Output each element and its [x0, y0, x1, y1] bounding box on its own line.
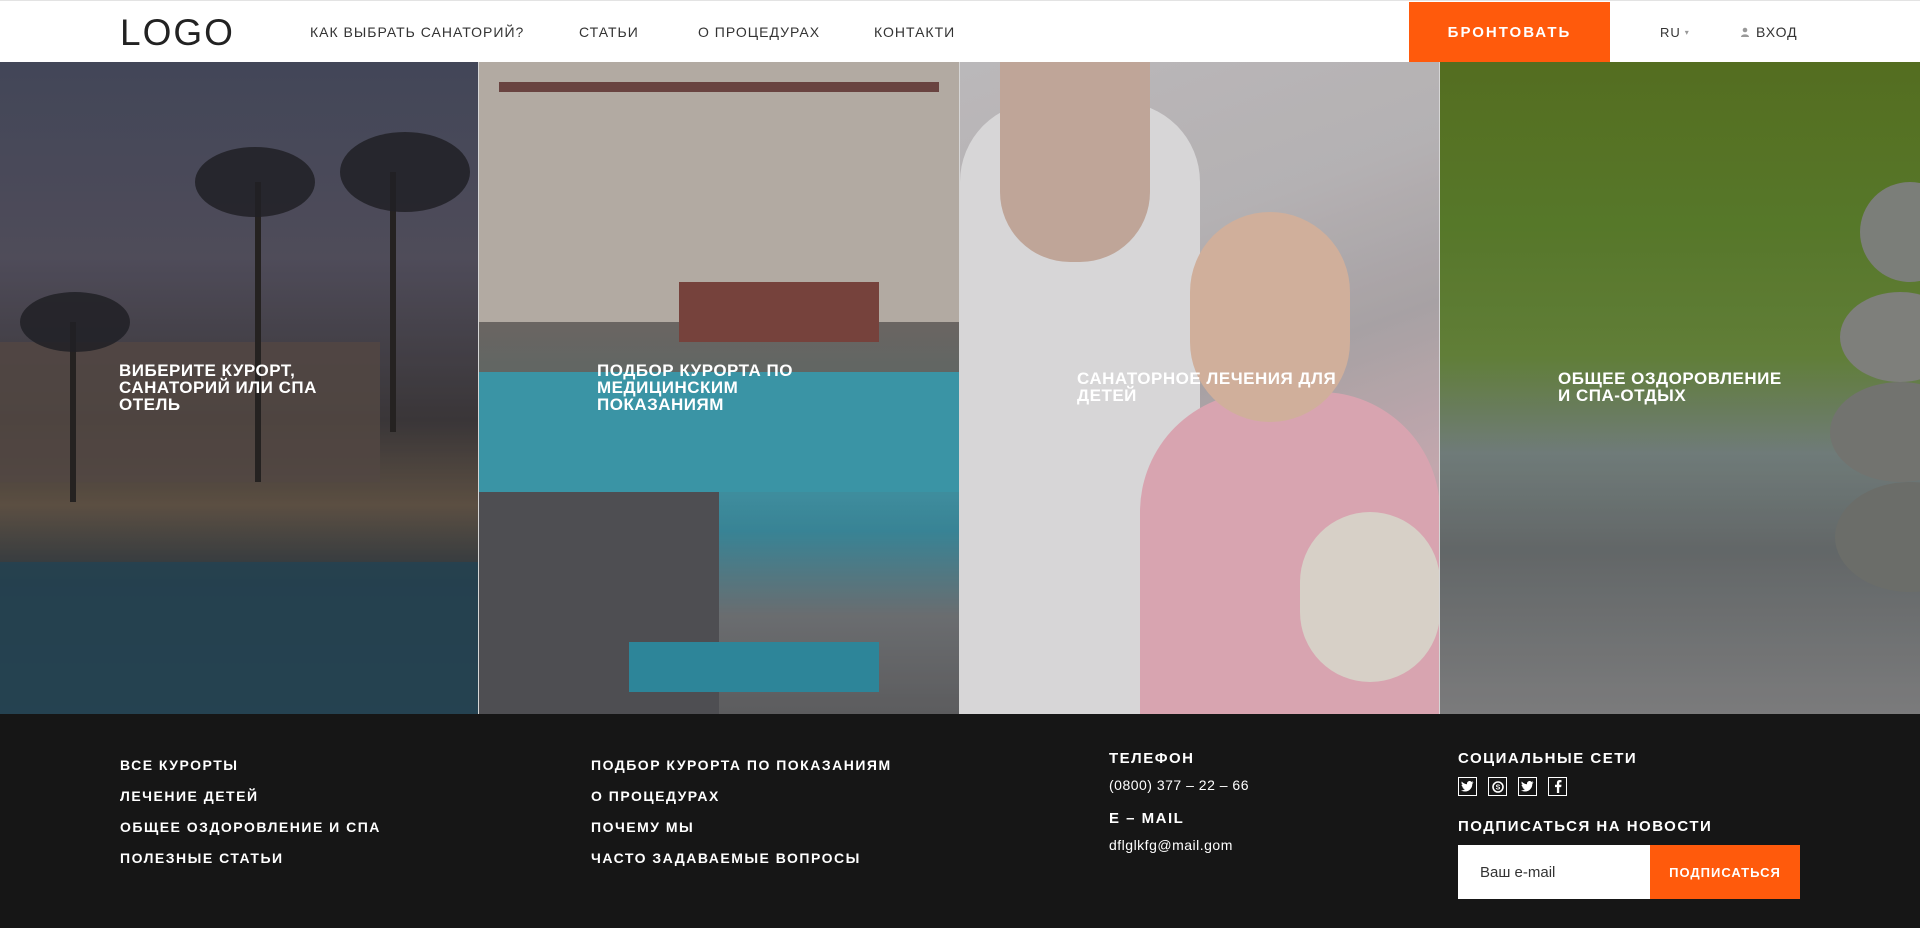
twitter-icon[interactable]	[1458, 777, 1477, 796]
site-logo[interactable]: LOGO	[120, 13, 235, 53]
login-link[interactable]: ВХОД	[1740, 1, 1798, 63]
footer-link-procedures[interactable]: О ПРОЦЕДУРАХ	[591, 781, 892, 812]
site-header: LOGO КАК ВЫБРАТЬ САНАТОРИЙ? СТАТЬИ О ПРО…	[0, 0, 1920, 62]
footer-link-wellness[interactable]: ОБЩЕЕ ОЗДОРОВЛЕНИЕ И СПА	[120, 812, 381, 843]
book-button[interactable]: БРОНТОВАТЬ	[1409, 2, 1610, 62]
subscribe-button[interactable]: ПОДПИСАТЬСЯ	[1650, 845, 1800, 899]
panel-title: ВИБЕРИТЕ КУРОРТ, САНАТОРИЙ ИЛИ СПА ОТЕЛЬ	[119, 361, 317, 414]
footer-contacts: ТЕЛЕФОН (0800) 377 – 22 – 66 E – MAIL df…	[1109, 750, 1249, 854]
subscribe-form: ПОДПИСАТЬСЯ	[1458, 845, 1800, 899]
site-footer: ВСЕ КУРОРТЫ ЛЕЧЕНИЕ ДЕТЕЙ ОБЩЕЕ ОЗДОРОВЛ…	[0, 714, 1920, 928]
email-address[interactable]: dflglkfg@mail.gom	[1109, 836, 1249, 854]
nav-contacts[interactable]: КОНТАКТИ	[874, 1, 955, 63]
footer-link-articles[interactable]: ПОЛЕЗНЫЕ СТАТЬИ	[120, 843, 381, 874]
nav-procedures[interactable]: О ПРОЦЕДУРАХ	[698, 1, 820, 63]
subscribe-heading: ПОДПИСАТЬСЯ НА НОВОСТИ	[1458, 818, 1713, 835]
user-icon	[1741, 27, 1749, 37]
facebook-icon[interactable]	[1548, 777, 1567, 796]
footer-links-col-1: ВСЕ КУРОРТЫ ЛЕЧЕНИЕ ДЕТЕЙ ОБЩЕЕ ОЗДОРОВЛ…	[120, 750, 381, 874]
nav-how-to-choose[interactable]: КАК ВЫБРАТЬ САНАТОРИЙ?	[310, 1, 524, 63]
footer-links-col-2: ПОДБОР КУРОРТА ПО ПОКАЗАНИЯМ О ПРОЦЕДУРА…	[591, 750, 892, 874]
skype-icon[interactable]: S	[1488, 777, 1507, 796]
twitter-icon[interactable]	[1518, 777, 1537, 796]
panel-resorts[interactable]: ВИБЕРИТЕ КУРОРТ, САНАТОРИЙ ИЛИ СПА ОТЕЛЬ	[0, 62, 478, 714]
language-label: RU	[1660, 24, 1681, 40]
svg-text:S: S	[1495, 784, 1500, 791]
panel-children-treatment[interactable]: САНАТОРНОЕ ЛЕЧЕНИЯ ДЛЯ ДЕТЕЙ	[959, 62, 1439, 714]
social-heading: СОЦИАЛЬНЫЕ СЕТИ	[1458, 750, 1638, 767]
panel-title: ОБЩЕЕ ОЗДОРОВЛЕНИЕ И СПА-ОТДЫХ	[1558, 369, 1782, 405]
phone-number[interactable]: (0800) 377 – 22 – 66	[1109, 776, 1249, 794]
language-selector[interactable]: RU ▾	[1660, 1, 1690, 63]
category-panels: ВИБЕРИТЕ КУРОРТ, САНАТОРИЙ ИЛИ СПА ОТЕЛЬ…	[0, 62, 1920, 714]
email-subscribe-input[interactable]	[1458, 845, 1650, 899]
email-heading: E – MAIL	[1109, 810, 1185, 827]
nav-articles[interactable]: СТАТЬИ	[579, 1, 639, 63]
login-label: ВХОД	[1756, 24, 1798, 40]
phone-heading: ТЕЛЕФОН	[1109, 750, 1195, 767]
footer-link-why-us[interactable]: ПОЧЕМУ МЫ	[591, 812, 892, 843]
footer-social: СОЦИАЛЬНЫЕ СЕТИ S	[1458, 750, 1637, 796]
panel-spa-wellness[interactable]: ОБЩЕЕ ОЗДОРОВЛЕНИЕ И СПА-ОТДЫХ	[1439, 62, 1920, 714]
footer-link-faq[interactable]: ЧАСТО ЗАДАВАЕМЫЕ ВОПРОСЫ	[591, 843, 892, 874]
chevron-down-icon: ▾	[1684, 27, 1690, 37]
panel-title: САНАТОРНОЕ ЛЕЧЕНИЯ ДЛЯ ДЕТЕЙ	[1077, 369, 1337, 405]
footer-link-selection[interactable]: ПОДБОР КУРОРТА ПО ПОКАЗАНИЯМ	[591, 750, 892, 781]
footer-link-children[interactable]: ЛЕЧЕНИЕ ДЕТЕЙ	[120, 781, 381, 812]
panel-title: ПОДБОР КУРОРТА ПО МЕДИЦИНСКИМ ПОКАЗАНИЯМ	[597, 361, 793, 414]
panel-medical-selection[interactable]: ПОДБОР КУРОРТА ПО МЕДИЦИНСКИМ ПОКАЗАНИЯМ	[478, 62, 959, 714]
footer-link-all-resorts[interactable]: ВСЕ КУРОРТЫ	[120, 750, 381, 781]
social-icons: S	[1458, 777, 1637, 796]
